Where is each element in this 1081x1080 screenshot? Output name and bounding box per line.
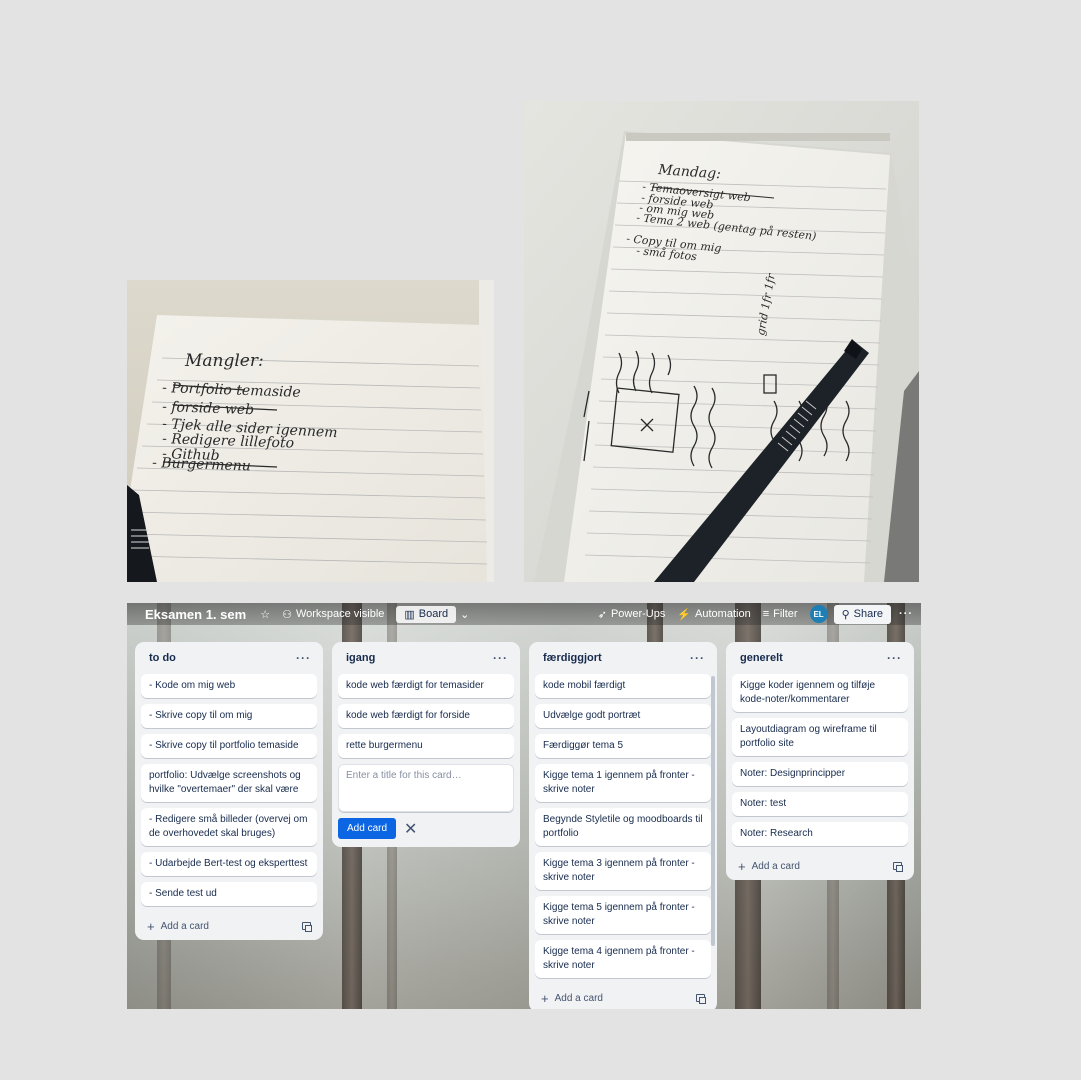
- card[interactable]: - Skrive copy til portfolio temaside: [141, 734, 317, 758]
- rocket-icon: ➶: [597, 608, 607, 621]
- board-icon: ▥: [404, 608, 415, 621]
- list-to-do: to do ··· - Kode om mig web - Skrive cop…: [135, 642, 323, 940]
- card[interactable]: Layoutdiagram og wireframe til portfolio…: [732, 718, 908, 756]
- add-card-button[interactable]: + Add a card: [738, 859, 800, 874]
- close-icon[interactable]: ✕: [404, 819, 417, 839]
- board-view-button[interactable]: ▥ Board: [396, 605, 457, 623]
- template-icon[interactable]: [893, 862, 903, 872]
- list-igang: igang ··· kode web færdigt for temasider…: [332, 642, 520, 847]
- add-card-label: Add a card: [751, 860, 800, 872]
- lightning-icon: ⚡: [677, 608, 692, 621]
- template-icon[interactable]: [302, 922, 312, 932]
- add-card-submit-button[interactable]: Add card: [338, 818, 397, 839]
- add-card-button[interactable]: + Add a card: [541, 991, 603, 1006]
- card[interactable]: - Redigere små billeder (overvej om de o…: [141, 808, 317, 846]
- list-menu-button[interactable]: ···: [887, 651, 902, 665]
- list-menu-button[interactable]: ···: [296, 651, 311, 665]
- list-scrollbar[interactable]: [711, 676, 715, 946]
- list-title[interactable]: igang: [346, 652, 375, 664]
- card[interactable]: - Sende test ud: [141, 882, 317, 906]
- add-card-button[interactable]: + Add a card: [147, 919, 209, 934]
- card[interactable]: Kigge koder igennem og tilføje kode-note…: [732, 674, 908, 712]
- board-menu-button[interactable]: ···: [899, 608, 913, 620]
- card[interactable]: Noter: Research: [732, 822, 908, 846]
- card[interactable]: Kigge tema 4 igennem på fronter - skrive…: [535, 940, 711, 978]
- list-menu-button[interactable]: ···: [690, 651, 705, 665]
- card[interactable]: rette burgermenu: [338, 734, 514, 758]
- note-heading: Mangler:: [184, 351, 264, 371]
- card[interactable]: kode mobil færdigt: [535, 674, 711, 698]
- add-card-label: Add a card: [554, 992, 603, 1004]
- card[interactable]: Kigge tema 5 igennem på fronter - skrive…: [535, 896, 711, 934]
- share-button[interactable]: ⚲ Share: [833, 604, 891, 624]
- notepad-photo-mangler: Mangler: - Portfolio temaside - forside …: [127, 280, 494, 582]
- card[interactable]: Noter: Designprincipper: [732, 762, 908, 786]
- board-title[interactable]: Eksamen 1. sem: [145, 607, 246, 622]
- list-menu-button[interactable]: ···: [493, 651, 508, 665]
- list-title[interactable]: to do: [149, 652, 176, 664]
- plus-icon: +: [541, 990, 549, 1006]
- visibility-label: Workspace visible: [295, 608, 385, 620]
- card[interactable]: - Udarbejde Bert-test og eksperttest: [141, 852, 317, 876]
- card[interactable]: kode web færdigt for forside: [338, 704, 514, 728]
- card[interactable]: Udvælge godt portræt: [535, 704, 711, 728]
- card[interactable]: - Skrive copy til om mig: [141, 704, 317, 728]
- trello-board: Eksamen 1. sem ☆ ⚇ Workspace visible ▥ B…: [127, 603, 921, 1009]
- visibility-button[interactable]: ⚇ Workspace visible: [282, 608, 384, 621]
- list-title[interactable]: generelt: [740, 652, 783, 664]
- plus-icon: +: [738, 858, 746, 874]
- powerups-label: Power-Ups: [610, 608, 666, 620]
- automation-button[interactable]: ⚡ Automation: [677, 608, 750, 621]
- list-faerdiggjort: færdiggjort ··· kode mobil færdigt Udvæl…: [529, 642, 717, 1009]
- list-title[interactable]: færdiggjort: [543, 652, 602, 664]
- filter-button[interactable]: ≡ Filter: [763, 608, 798, 620]
- card[interactable]: Noter: test: [732, 792, 908, 816]
- person-add-icon: ⚲: [841, 608, 850, 621]
- notepad-photo-mandag: Mandag: - Temaoversigt web - forside web…: [524, 101, 919, 582]
- card[interactable]: portfolio: Udvælge screenshots og hvilke…: [141, 764, 317, 802]
- card-title-input[interactable]: Enter a title for this card…: [338, 764, 514, 812]
- card[interactable]: Kigge tema 3 igennem på fronter - skrive…: [535, 852, 711, 890]
- filter-icon: ≡: [762, 608, 770, 620]
- star-button[interactable]: ☆: [260, 608, 270, 621]
- list-generelt: generelt ··· Kigge koder igennem og tilf…: [726, 642, 914, 880]
- board-header: Eksamen 1. sem ☆ ⚇ Workspace visible ▥ B…: [127, 603, 921, 625]
- filter-label: Filter: [773, 608, 798, 620]
- powerups-button[interactable]: ➶ Power-Ups: [598, 608, 666, 621]
- avatar[interactable]: EL: [809, 605, 828, 623]
- star-icon: ☆: [260, 608, 271, 621]
- automation-label: Automation: [695, 608, 751, 620]
- card[interactable]: - Kode om mig web: [141, 674, 317, 698]
- card[interactable]: kode web færdigt for temasider: [338, 674, 514, 698]
- chevron-down-icon: ⌄: [460, 608, 470, 621]
- template-icon[interactable]: [696, 994, 706, 1004]
- people-icon: ⚇: [282, 608, 292, 621]
- card[interactable]: Begynde Styletile og moodboards til port…: [535, 808, 711, 846]
- card[interactable]: Kigge tema 1 igennem på fronter - skrive…: [535, 764, 711, 802]
- plus-icon: +: [147, 918, 155, 934]
- views-dropdown[interactable]: ⌄: [460, 608, 469, 621]
- card[interactable]: Færdiggør tema 5: [535, 734, 711, 758]
- board-view-label: Board: [418, 608, 449, 620]
- add-card-label: Add a card: [160, 920, 209, 932]
- share-label: Share: [853, 608, 883, 620]
